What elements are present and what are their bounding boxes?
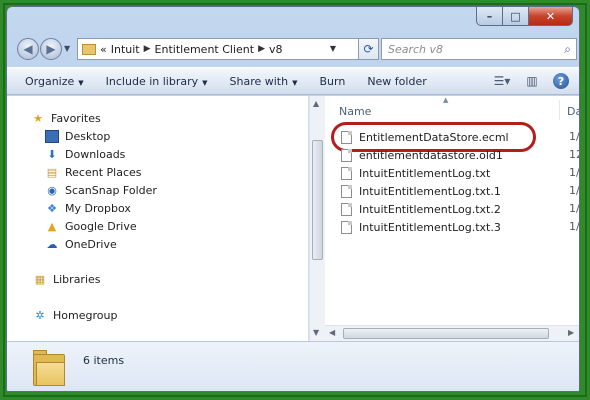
star-icon: ★ <box>33 112 43 125</box>
file-icon <box>341 184 352 198</box>
homegroup-icon: ✲ <box>35 309 45 322</box>
navigation-pane: ★ Favorites Desktop ⬇ Downloads ▤ Recent… <box>7 96 309 341</box>
address-row: ◀ ▶ ▼ « Intuit ▶ Entitlement Client ▶ v8… <box>15 37 577 63</box>
google-drive-icon: ▲ <box>47 220 57 233</box>
address-dropdown-icon[interactable]: ▼ <box>330 44 336 53</box>
file-list: ▲ Name Dat EntitlementDataStore.ecml 1/1… <box>325 96 580 341</box>
caption-buttons: – □ ✕ <box>476 7 573 26</box>
sort-ascending-icon: ▲ <box>443 96 449 104</box>
include-in-library-button[interactable]: Include in library ▼ <box>106 75 208 88</box>
close-button[interactable]: ✕ <box>529 7 573 26</box>
view-controls: ☰▾ ▥ ? <box>481 73 569 89</box>
file-icon <box>341 166 352 180</box>
item-count: 6 items <box>83 354 125 367</box>
file-icon <box>341 130 352 144</box>
file-list-scrollbar[interactable]: ◀ ▶ <box>325 325 579 341</box>
chevron-right-icon[interactable]: ▶ <box>144 44 151 54</box>
column-header-date[interactable]: Dat <box>567 105 579 118</box>
details-pane: 6 items <box>7 341 579 391</box>
sidebar-item-favorites[interactable]: ★ Favorites <box>31 110 101 127</box>
search-placeholder: Search v8 <box>388 42 444 56</box>
burn-button[interactable]: Burn <box>319 75 345 88</box>
sidebar-item-downloads[interactable]: ⬇ Downloads <box>45 146 125 163</box>
address-bar[interactable]: « Intuit ▶ Entitlement Client ▶ v8 ▼ <box>77 38 359 60</box>
file-date: 1/1 <box>569 184 580 197</box>
file-icon <box>341 220 352 234</box>
refresh-button[interactable]: ⟳ <box>359 38 379 60</box>
file-icon <box>341 202 352 216</box>
command-bar: Organize ▼ Include in library ▼ Share with… <box>7 67 579 95</box>
minimize-button[interactable]: – <box>476 7 503 26</box>
forward-button[interactable]: ▶ <box>40 38 62 60</box>
file-date: 1/1 <box>569 220 580 233</box>
help-icon[interactable]: ? <box>553 73 569 89</box>
explorer-window: – □ ✕ ◀ ▶ ▼ « Intuit ▶ Entitlement Clien… <box>6 6 580 392</box>
table-row[interactable]: IntuitEntitlementLog.txt.2 <box>341 200 501 218</box>
scroll-down-icon[interactable]: ▼ <box>313 328 319 337</box>
scansnap-icon: ◉ <box>47 184 57 197</box>
dropbox-icon: ❖ <box>47 202 57 215</box>
scroll-left-icon[interactable]: ◀ <box>329 328 335 337</box>
navigation-scrollbar[interactable]: ▲ ▼ <box>309 96 325 341</box>
sidebar-item-my-dropbox[interactable]: ❖ My Dropbox <box>45 200 131 217</box>
folder-icon <box>33 350 65 386</box>
folder-icon <box>82 43 96 55</box>
preview-pane-icon[interactable]: ▥ <box>523 73 541 89</box>
file-date: 1/1 <box>569 130 580 143</box>
maximize-button[interactable]: □ <box>503 7 529 26</box>
onedrive-icon: ☁ <box>46 238 58 251</box>
table-row[interactable]: IntuitEntitlementLog.txt <box>341 164 490 182</box>
downloads-icon: ⬇ <box>47 148 57 161</box>
recent-places-icon: ▤ <box>46 166 58 179</box>
sidebar-item-homegroup[interactable]: ✲ Homegroup <box>33 307 117 324</box>
search-input[interactable]: Search v8 ⌕ <box>381 38 577 60</box>
change-view-icon[interactable]: ☰▾ <box>493 73 511 89</box>
chevron-down-icon: ▼ <box>292 78 298 87</box>
organize-button[interactable]: Organize ▼ <box>25 75 84 88</box>
chevron-down-icon: ▼ <box>202 78 208 87</box>
breadcrumb-v8[interactable]: v8 <box>269 43 283 56</box>
scrollbar-thumb[interactable] <box>343 328 549 339</box>
breadcrumb-intuit[interactable]: Intuit <box>111 43 140 56</box>
scrollbar-thumb[interactable] <box>312 140 323 260</box>
file-icon <box>341 148 352 162</box>
file-date: 1/1 <box>569 202 580 215</box>
table-row[interactable]: IntuitEntitlementLog.txt.1 <box>341 182 501 200</box>
chevron-right-icon[interactable]: ▶ <box>258 44 265 54</box>
table-row[interactable]: IntuitEntitlementLog.txt.3 <box>341 218 501 236</box>
share-with-button[interactable]: Share with ▼ <box>230 75 298 88</box>
sidebar-item-libraries[interactable]: ▦ Libraries <box>33 271 101 288</box>
new-folder-button[interactable]: New folder <box>367 75 426 88</box>
breadcrumb-entitlement-client[interactable]: Entitlement Client <box>155 43 255 56</box>
table-row[interactable]: entitlementdatastore.old1 <box>341 146 503 164</box>
column-header-name[interactable]: Name <box>339 105 371 118</box>
sidebar-item-scansnap-folder[interactable]: ◉ ScanSnap Folder <box>45 182 157 199</box>
chevron-down-icon: ▼ <box>78 78 84 87</box>
scroll-up-icon[interactable]: ▲ <box>313 99 319 108</box>
search-icon: ⌕ <box>564 42 571 56</box>
column-divider[interactable] <box>559 100 560 120</box>
recent-pages-dropdown[interactable]: ▼ <box>64 44 70 53</box>
file-date: 12/ <box>569 148 579 161</box>
sidebar-item-desktop[interactable]: Desktop <box>45 128 110 145</box>
breadcrumb-overflow[interactable]: « <box>100 43 107 56</box>
scroll-right-icon[interactable]: ▶ <box>568 328 574 337</box>
sidebar-item-onedrive[interactable]: ☁ OneDrive <box>45 236 117 253</box>
back-button[interactable]: ◀ <box>17 38 39 60</box>
libraries-icon: ▦ <box>34 273 46 286</box>
desktop-icon <box>45 130 59 143</box>
file-date: 1/2 <box>569 166 580 179</box>
sidebar-item-recent-places[interactable]: ▤ Recent Places <box>45 164 142 181</box>
sidebar-item-google-drive[interactable]: ▲ Google Drive <box>45 218 137 235</box>
table-row[interactable]: EntitlementDataStore.ecml <box>341 128 509 146</box>
